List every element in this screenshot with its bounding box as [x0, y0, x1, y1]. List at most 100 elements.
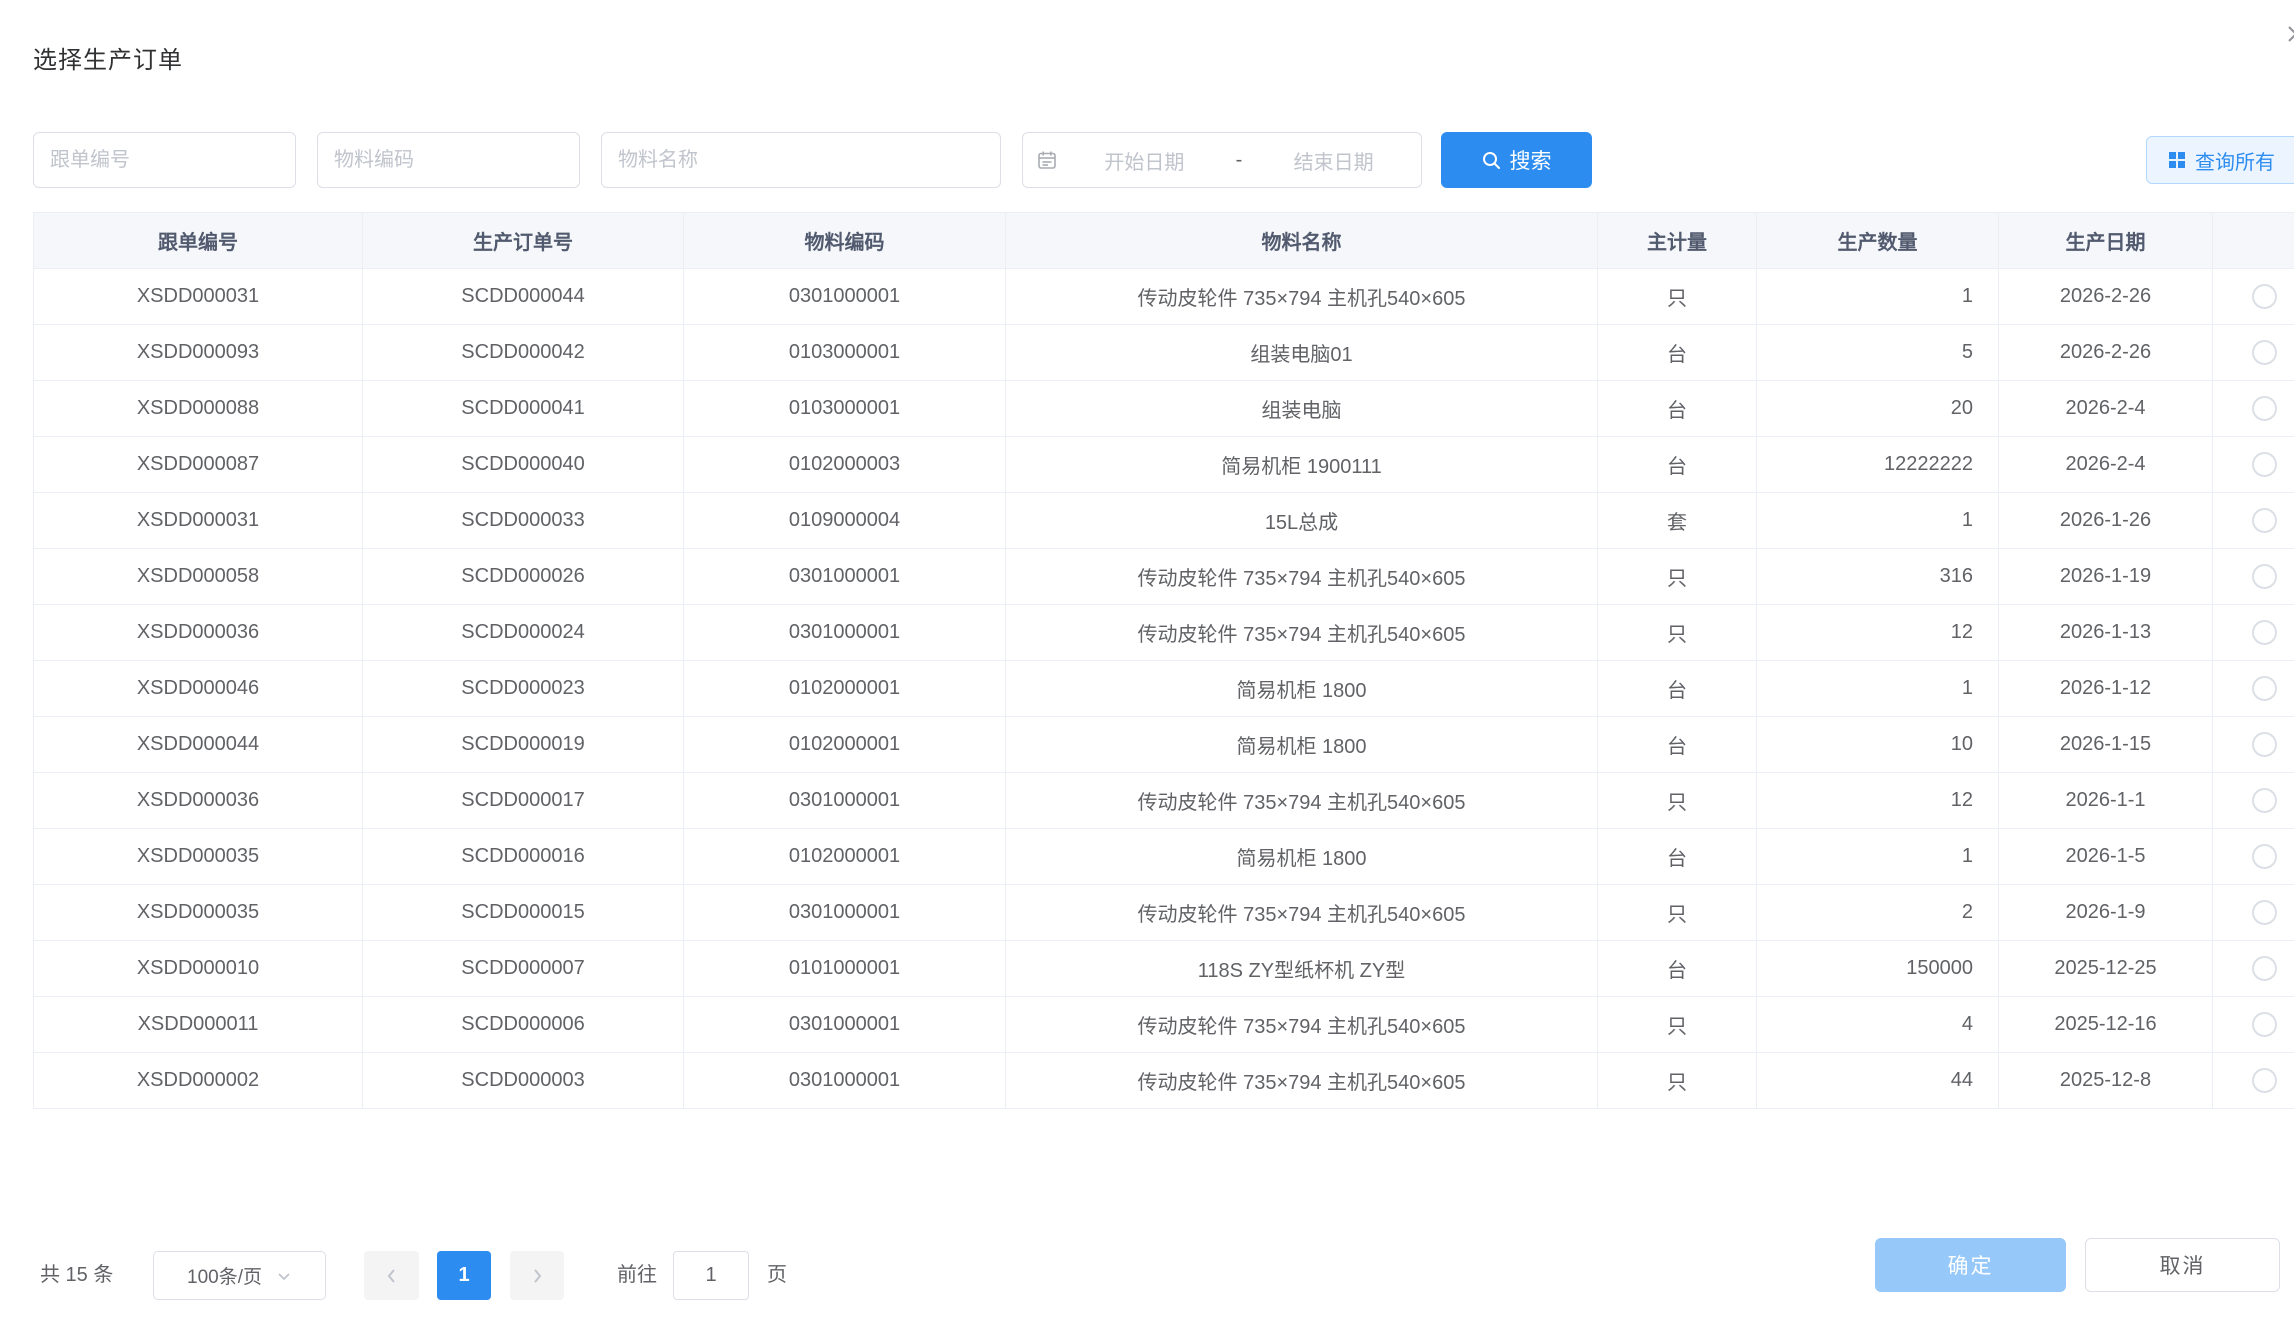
- row-radio-button[interactable]: [2252, 564, 2277, 589]
- table-row[interactable]: XSDD000010SCDD0000070101000001118S ZY型纸杯…: [34, 941, 2294, 997]
- end-date-placeholder[interactable]: 结束日期: [1246, 146, 1421, 175]
- cell-date: 2025-12-16: [1999, 997, 2213, 1053]
- confirm-button[interactable]: 确定: [1875, 1238, 2066, 1292]
- cell-material-code: 0103000001: [684, 325, 1006, 381]
- cell-material-name: 15L总成: [1006, 493, 1598, 549]
- table-row[interactable]: XSDD000002SCDD0000030301000001传动皮轮件 735×…: [34, 1053, 2294, 1109]
- cell-follow-no: XSDD000002: [34, 1053, 363, 1109]
- page-unit-label: 页: [767, 1251, 787, 1300]
- table-row[interactable]: XSDD000046SCDD0000230102000001简易机柜 1800台…: [34, 661, 2294, 717]
- cell-prod-order-no: SCDD000007: [363, 941, 684, 997]
- row-radio-button[interactable]: [2252, 452, 2277, 477]
- cell-qty: 316: [1757, 549, 1999, 605]
- row-radio-button[interactable]: [2252, 676, 2277, 701]
- row-radio-button[interactable]: [2252, 732, 2277, 757]
- cell-date: 2025-12-25: [1999, 941, 2213, 997]
- prev-page-button[interactable]: [364, 1251, 419, 1300]
- cell-material-name: 传动皮轮件 735×794 主机孔540×605: [1006, 1053, 1598, 1109]
- row-radio-button[interactable]: [2252, 900, 2277, 925]
- close-icon[interactable]: [2284, 22, 2294, 46]
- cell-follow-no: XSDD000044: [34, 717, 363, 773]
- row-radio-button[interactable]: [2252, 788, 2277, 813]
- cell-date: 2026-1-12: [1999, 661, 2213, 717]
- cell-unit: 台: [1598, 325, 1757, 381]
- cell-qty: 1: [1757, 829, 1999, 885]
- cell-unit: 只: [1598, 885, 1757, 941]
- query-all-label: 查询所有: [2195, 146, 2275, 175]
- col-material-code: 物料编码: [684, 213, 1006, 269]
- table-row[interactable]: XSDD000058SCDD0000260301000001传动皮轮件 735×…: [34, 549, 2294, 605]
- cell-material-code: 0101000001: [684, 941, 1006, 997]
- col-prod-order-no: 生产订单号: [363, 213, 684, 269]
- table-row[interactable]: XSDD000031SCDD0000440301000001传动皮轮件 735×…: [34, 269, 2294, 325]
- cell-material-name: 传动皮轮件 735×794 主机孔540×605: [1006, 885, 1598, 941]
- row-radio-button[interactable]: [2252, 396, 2277, 421]
- table-row[interactable]: XSDD000031SCDD000033010900000415L总成套1202…: [34, 493, 2294, 549]
- cell-qty: 4: [1757, 997, 1999, 1053]
- row-radio-button[interactable]: [2252, 1068, 2277, 1093]
- cell-select: [2213, 885, 2294, 941]
- cell-unit: 只: [1598, 1053, 1757, 1109]
- cell-select: [2213, 269, 2294, 325]
- cell-qty: 1: [1757, 493, 1999, 549]
- start-date-placeholder[interactable]: 开始日期: [1057, 146, 1232, 175]
- cell-prod-order-no: SCDD000017: [363, 773, 684, 829]
- cell-material-name: 传动皮轮件 735×794 主机孔540×605: [1006, 549, 1598, 605]
- cell-prod-order-no: SCDD000042: [363, 325, 684, 381]
- material-name-input[interactable]: [601, 132, 1001, 188]
- cell-prod-order-no: SCDD000044: [363, 269, 684, 325]
- table-row[interactable]: XSDD000088SCDD0000410103000001组装电脑台20202…: [34, 381, 2294, 437]
- table-row[interactable]: XSDD000044SCDD0000190102000001简易机柜 1800台…: [34, 717, 2294, 773]
- col-date: 生产日期: [1999, 213, 2213, 269]
- table-row[interactable]: XSDD000035SCDD0000150301000001传动皮轮件 735×…: [34, 885, 2294, 941]
- cell-follow-no: XSDD000035: [34, 885, 363, 941]
- cell-qty: 12: [1757, 773, 1999, 829]
- page-size-select[interactable]: 100条/页: [153, 1251, 326, 1300]
- row-radio-button[interactable]: [2252, 508, 2277, 533]
- cell-follow-no: XSDD000046: [34, 661, 363, 717]
- cell-select: [2213, 605, 2294, 661]
- col-material-name: 物料名称: [1006, 213, 1598, 269]
- cell-unit: 只: [1598, 269, 1757, 325]
- table-header-row: 跟单编号 生产订单号 物料编码 物料名称 主计量 生产数量 生产日期: [34, 213, 2294, 269]
- page-title: 选择生产订单: [33, 40, 183, 75]
- search-button[interactable]: 搜索: [1441, 132, 1592, 188]
- table-row[interactable]: XSDD000036SCDD0000170301000001传动皮轮件 735×…: [34, 773, 2294, 829]
- cell-prod-order-no: SCDD000023: [363, 661, 684, 717]
- cell-material-code: 0301000001: [684, 885, 1006, 941]
- current-page-button[interactable]: 1: [437, 1251, 491, 1300]
- cell-date: 2026-1-13: [1999, 605, 2213, 661]
- table-row[interactable]: XSDD000035SCDD0000160102000001简易机柜 1800台…: [34, 829, 2294, 885]
- cell-date: 2026-1-26: [1999, 493, 2213, 549]
- cell-select: [2213, 493, 2294, 549]
- row-radio-button[interactable]: [2252, 284, 2277, 309]
- cell-prod-order-no: SCDD000019: [363, 717, 684, 773]
- table-row[interactable]: XSDD000011SCDD0000060301000001传动皮轮件 735×…: [34, 997, 2294, 1053]
- cell-follow-no: XSDD000031: [34, 493, 363, 549]
- date-range-picker[interactable]: 开始日期 - 结束日期: [1022, 132, 1422, 188]
- goto-page-input[interactable]: [673, 1251, 749, 1300]
- row-radio-button[interactable]: [2252, 340, 2277, 365]
- cell-date: 2026-2-4: [1999, 381, 2213, 437]
- cell-select: [2213, 829, 2294, 885]
- cell-material-name: 传动皮轮件 735×794 主机孔540×605: [1006, 997, 1598, 1053]
- col-follow-no: 跟单编号: [34, 213, 363, 269]
- query-all-button[interactable]: 查询所有: [2146, 136, 2294, 184]
- cell-material-code: 0102000003: [684, 437, 1006, 493]
- row-radio-button[interactable]: [2252, 956, 2277, 981]
- row-radio-button[interactable]: [2252, 844, 2277, 869]
- table-row[interactable]: XSDD000093SCDD0000420103000001组装电脑01台520…: [34, 325, 2294, 381]
- cell-material-name: 组装电脑: [1006, 381, 1598, 437]
- material-code-input[interactable]: [317, 132, 580, 188]
- cell-material-name: 传动皮轮件 735×794 主机孔540×605: [1006, 773, 1598, 829]
- table-row[interactable]: XSDD000036SCDD0000240301000001传动皮轮件 735×…: [34, 605, 2294, 661]
- row-radio-button[interactable]: [2252, 620, 2277, 645]
- cell-unit: 只: [1598, 997, 1757, 1053]
- row-radio-button[interactable]: [2252, 1012, 2277, 1037]
- cell-qty: 12: [1757, 605, 1999, 661]
- follow-no-input[interactable]: [33, 132, 296, 188]
- table-row[interactable]: XSDD000087SCDD0000400102000003简易机柜 19001…: [34, 437, 2294, 493]
- cell-prod-order-no: SCDD000041: [363, 381, 684, 437]
- next-page-button[interactable]: [510, 1251, 564, 1300]
- cancel-button[interactable]: 取消: [2085, 1238, 2280, 1292]
